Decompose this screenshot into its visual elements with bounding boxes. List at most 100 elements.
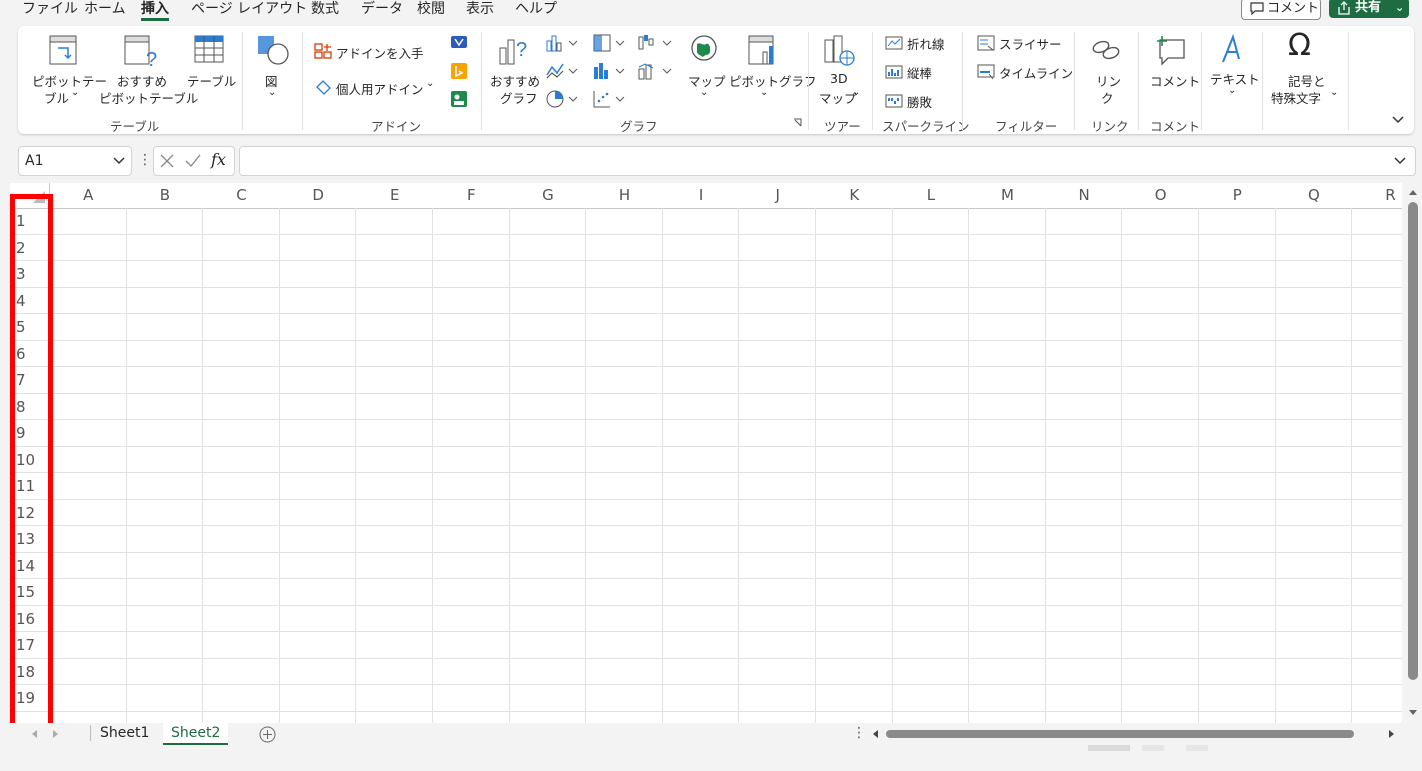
sparkline-column-button[interactable]: 縦棒 xyxy=(885,63,955,81)
tab-insert[interactable]: 挿入 xyxy=(141,0,169,21)
row-header[interactable]: 16 xyxy=(10,606,50,632)
get-addins-button[interactable]: アドインを入手 xyxy=(314,42,434,62)
waterfall-chart-icon[interactable] xyxy=(637,33,673,53)
column-header[interactable]: M xyxy=(969,183,1046,209)
people-graph-icon[interactable] xyxy=(450,90,468,108)
link-button[interactable]: リン ク xyxy=(1088,34,1124,106)
table-button[interactable]: テーブル xyxy=(187,34,236,104)
column-header[interactable]: L xyxy=(892,183,970,209)
scroll-up-icon[interactable] xyxy=(1408,188,1418,196)
column-header[interactable]: N xyxy=(1045,183,1123,209)
row-header[interactable]: 12 xyxy=(10,500,50,526)
column-header[interactable]: I xyxy=(662,183,740,209)
combo-chart-icon[interactable] xyxy=(637,61,673,81)
illustrations-button[interactable]: 図 ⌄ xyxy=(254,34,292,104)
slicer-button[interactable]: スライサー xyxy=(977,34,1067,52)
recommended-charts-button[interactable]: ? おすすめ グラフ xyxy=(490,34,540,106)
prev-sheet-icon[interactable] xyxy=(30,729,38,739)
scroll-right-icon[interactable] xyxy=(1388,729,1396,739)
tab-page-layout[interactable]: ページ レイアウト xyxy=(191,0,307,18)
row-header[interactable]: 6 xyxy=(10,341,50,367)
text-button[interactable]: テキスト ⌄ xyxy=(1210,34,1260,104)
row-header[interactable]: 3 xyxy=(10,261,50,288)
sheet-tab-sheet1[interactable]: Sheet1 xyxy=(92,723,157,743)
column-header[interactable]: J xyxy=(739,183,816,209)
statistic-chart-icon[interactable] xyxy=(592,61,626,81)
column-header[interactable]: A xyxy=(50,183,127,209)
select-all-button[interactable] xyxy=(10,183,51,209)
add-sheet-icon[interactable] xyxy=(259,726,276,743)
row-header[interactable]: 14 xyxy=(10,553,50,579)
column-header[interactable]: B xyxy=(126,183,204,209)
expand-formula-bar-icon[interactable] xyxy=(1394,156,1406,166)
pivot-chart-button[interactable]: ピボットグラフ ⌄ xyxy=(729,34,817,104)
vertical-scroll-thumb[interactable] xyxy=(1408,202,1418,680)
visio-icon[interactable] xyxy=(450,33,468,51)
tab-file[interactable]: ファイル xyxy=(22,0,78,18)
tab-review[interactable]: 校閲 xyxy=(417,0,445,18)
row-header[interactable]: 1 xyxy=(10,208,50,235)
column-header[interactable]: G xyxy=(509,183,587,209)
next-sheet-icon[interactable] xyxy=(52,729,60,739)
new-comment-button[interactable]: コメント xyxy=(1150,34,1200,104)
tab-home[interactable]: ホーム xyxy=(84,0,126,18)
scroll-left-icon[interactable] xyxy=(871,729,879,739)
comments-button[interactable]: コメント xyxy=(1241,0,1321,20)
column-header[interactable]: O xyxy=(1122,183,1199,209)
chevron-down-icon[interactable] xyxy=(113,156,125,166)
column-header[interactable]: C xyxy=(203,183,280,209)
row-header[interactable]: 19 xyxy=(10,685,50,712)
sparkline-winloss-button[interactable]: 勝敗 xyxy=(885,92,955,110)
map3d-button[interactable]: 3D マップ ⌄ xyxy=(818,34,862,106)
row-header[interactable]: 15 xyxy=(10,579,50,606)
row-header[interactable]: 11 xyxy=(10,473,50,500)
row-header[interactable]: 8 xyxy=(10,394,50,420)
bing-icon[interactable] xyxy=(450,62,468,80)
maps-button[interactable]: マップ ⌄ xyxy=(687,34,726,104)
row-header[interactable]: 9 xyxy=(10,420,50,447)
share-button[interactable]: 共有 ⌄ xyxy=(1329,0,1409,18)
column-chart-icon[interactable] xyxy=(545,33,579,53)
more-options-icon[interactable]: ⋮ xyxy=(138,152,152,168)
row-header[interactable]: 13 xyxy=(10,526,50,553)
dialog-launcher-icon[interactable] xyxy=(793,118,803,128)
insert-function-icon[interactable]: fx xyxy=(211,150,226,169)
row-header[interactable]: 4 xyxy=(10,288,50,314)
column-header[interactable]: P xyxy=(1199,183,1276,209)
pie-chart-icon[interactable] xyxy=(545,89,579,109)
tab-data[interactable]: データ xyxy=(361,0,403,18)
tab-view[interactable]: 表示 xyxy=(466,0,494,18)
enter-icon[interactable] xyxy=(185,154,201,168)
column-header[interactable]: Q xyxy=(1275,183,1353,209)
cancel-icon[interactable] xyxy=(160,154,174,168)
chevron-down-icon[interactable]: ⌄ xyxy=(1395,0,1404,18)
name-box[interactable]: A1 xyxy=(18,146,132,176)
recommended-pivot-button[interactable]: ? おすすめ ピボットテーブル xyxy=(99,34,198,106)
tab-formulas[interactable]: 数式 xyxy=(311,0,339,18)
symbols-button[interactable]: Ω 記号と 特殊文字 ⌄ xyxy=(1271,28,1341,106)
line-chart-icon[interactable] xyxy=(545,61,579,81)
page-break-view-button[interactable] xyxy=(1186,745,1208,751)
formula-input[interactable] xyxy=(239,146,1416,176)
sparkline-line-button[interactable]: 折れ線 xyxy=(885,34,955,52)
column-header[interactable]: E xyxy=(356,183,433,209)
scroll-down-icon[interactable] xyxy=(1408,709,1418,717)
sheet-tab-sheet2[interactable]: Sheet2 xyxy=(163,723,229,745)
column-header[interactable]: K xyxy=(816,183,893,209)
horizontal-scroll-thumb[interactable] xyxy=(886,730,1354,738)
pivot-table-button[interactable]: ピボットテー ブル ⌄ xyxy=(32,34,107,106)
tab-splitter-icon[interactable]: ⋮ xyxy=(852,725,866,741)
tab-help[interactable]: ヘルプ xyxy=(515,0,557,18)
row-header[interactable]: 18 xyxy=(10,659,50,685)
ribbon-collapse-icon[interactable] xyxy=(1391,115,1405,125)
column-header[interactable]: D xyxy=(279,183,357,209)
hierarchy-chart-icon[interactable] xyxy=(592,33,626,53)
column-header[interactable]: F xyxy=(433,183,510,209)
column-header[interactable]: R xyxy=(1352,183,1402,209)
scatter-chart-icon[interactable] xyxy=(592,89,626,109)
column-header[interactable]: H xyxy=(586,183,663,209)
normal-view-button[interactable] xyxy=(1088,745,1130,751)
timeline-button[interactable]: タイムライン xyxy=(977,63,1073,81)
row-header[interactable]: 2 xyxy=(10,235,50,261)
row-header[interactable]: 7 xyxy=(10,367,50,394)
